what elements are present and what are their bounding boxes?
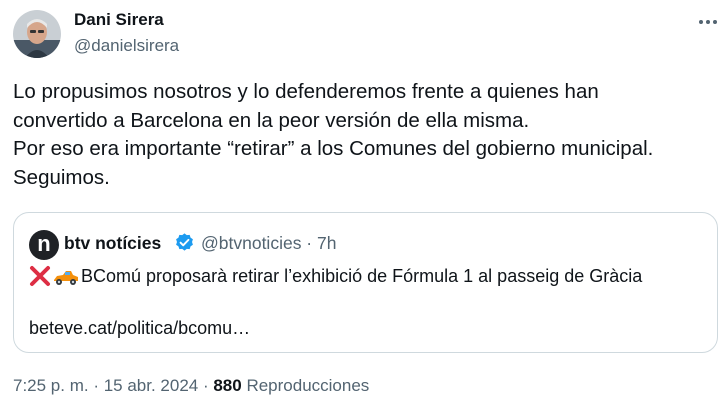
views-count: 880 [213,376,242,395]
author-name[interactable]: Dani Sirera [74,10,164,30]
quoted-tweet-card[interactable]: n btv notícies @btvnoticies · 7h BComú p… [13,212,718,353]
cross-mark-icon [29,265,51,287]
quoted-handle-time[interactable]: @btvnoticies · 7h [201,233,336,254]
quoted-author-name[interactable]: btv notícies [64,233,161,254]
quoted-avatar[interactable]: n [29,230,59,260]
timestamp[interactable]: 7:25 p. m. · 15 abr. 2024 · [13,376,213,395]
tweet-meta: 7:25 p. m. · 15 abr. 2024 · 880 Reproduc… [13,376,369,396]
racing-car-icon [53,265,78,287]
author-handle[interactable]: @danielsirera [74,36,179,56]
quoted-text-content: BComú proposarà retirar l’exhibició de F… [81,265,643,286]
avatar[interactable] [13,10,61,58]
quoted-link[interactable]: beteve.cat/politica/bcomu… [29,318,250,339]
views-label: Reproducciones [241,376,370,395]
tweet-line: Lo propusimos nosotros y lo defenderemos… [13,80,599,103]
tweet-line: convertido a Barcelona en la peor versió… [13,108,530,132]
tweet-text: Lo propusimos nosotros y lo defenderemos… [13,78,718,192]
verified-badge-icon [174,232,195,253]
tweet-line: Por eso era importante “retirar” a los C… [13,137,654,160]
more-options-icon[interactable] [694,10,722,34]
tweet-line: Seguimos. [13,165,110,189]
quoted-text: BComú proposarà retirar l’exhibició de F… [29,265,642,287]
